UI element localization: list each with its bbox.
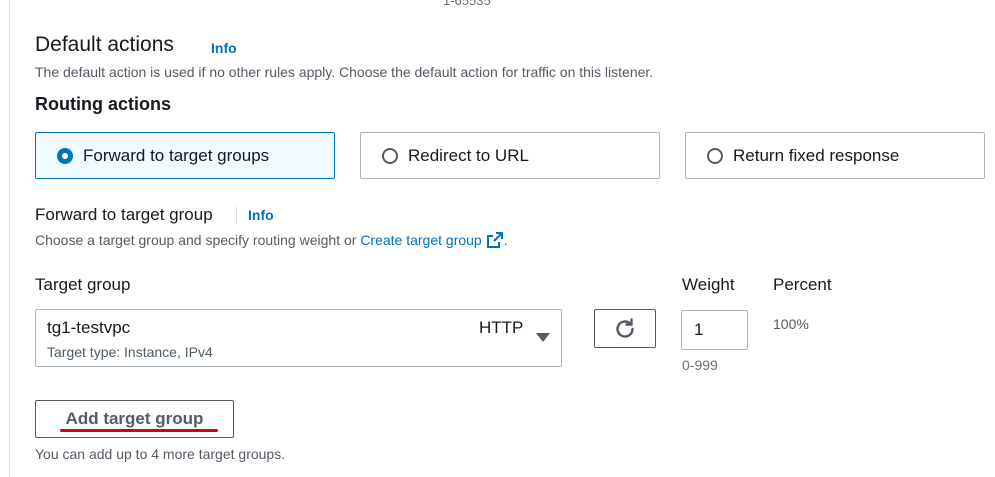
create-target-group-link-text[interactable]: Create target group bbox=[360, 232, 481, 248]
routing-option-fixed-response[interactable]: Return fixed response bbox=[685, 132, 985, 179]
forward-target-group-label: Forward to target group bbox=[35, 205, 213, 224]
target-group-column-label: Target group bbox=[35, 275, 131, 294]
port-range-hint: 1-65535 bbox=[443, 0, 491, 8]
label-divider bbox=[236, 207, 237, 224]
add-target-group-hint: You can add up to 4 more target groups. bbox=[35, 446, 286, 462]
default-actions-info-link[interactable]: Info bbox=[211, 40, 237, 56]
panel-left-border bbox=[9, 0, 10, 477]
refresh-icon bbox=[616, 317, 634, 338]
percent-value: 100% bbox=[773, 316, 809, 332]
radio-button[interactable] bbox=[707, 147, 723, 164]
default-actions-description: The default action is used if no other r… bbox=[35, 64, 654, 80]
target-group-name: tg1-testvpc bbox=[47, 318, 131, 337]
weight-input[interactable] bbox=[681, 310, 748, 350]
target-group-protocol: HTTP bbox=[479, 318, 524, 337]
create-target-group-link[interactable]: Create target group bbox=[360, 232, 503, 248]
weight-column-label: Weight bbox=[682, 275, 735, 294]
forward-description-text: Choose a target group and specify routin… bbox=[35, 232, 361, 248]
routing-actions-title: Routing actions bbox=[35, 94, 171, 114]
radio-button[interactable] bbox=[382, 147, 398, 164]
percent-column-label: Percent bbox=[773, 275, 832, 294]
weight-range-hint: 0-999 bbox=[682, 357, 718, 373]
routing-option-redirect[interactable]: Redirect to URL bbox=[360, 132, 660, 179]
routing-option-label: Redirect to URL bbox=[408, 145, 529, 165]
forward-description-suffix: . bbox=[503, 232, 508, 248]
radio-button-selected[interactable] bbox=[57, 147, 73, 164]
default-actions-title: Default actions bbox=[35, 33, 174, 56]
target-group-type: Target type: Instance, IPv4 bbox=[47, 344, 213, 360]
routing-option-forward[interactable]: Forward to target groups bbox=[35, 132, 335, 179]
forward-description: Choose a target group and specify routin… bbox=[35, 231, 508, 249]
add-target-group-button[interactable]: Add target group bbox=[35, 400, 234, 438]
external-link-icon[interactable] bbox=[486, 231, 504, 249]
refresh-button[interactable] bbox=[594, 309, 656, 348]
caret-down-icon[interactable] bbox=[536, 333, 550, 342]
target-group-select[interactable]: tg1-testvpc Target type: Instance, IPv4 … bbox=[35, 309, 562, 367]
routing-option-label: Return fixed response bbox=[733, 145, 900, 165]
routing-option-label: Forward to target groups bbox=[83, 145, 270, 165]
forward-info-link[interactable]: Info bbox=[248, 207, 274, 223]
annotation-underline bbox=[60, 429, 218, 432]
